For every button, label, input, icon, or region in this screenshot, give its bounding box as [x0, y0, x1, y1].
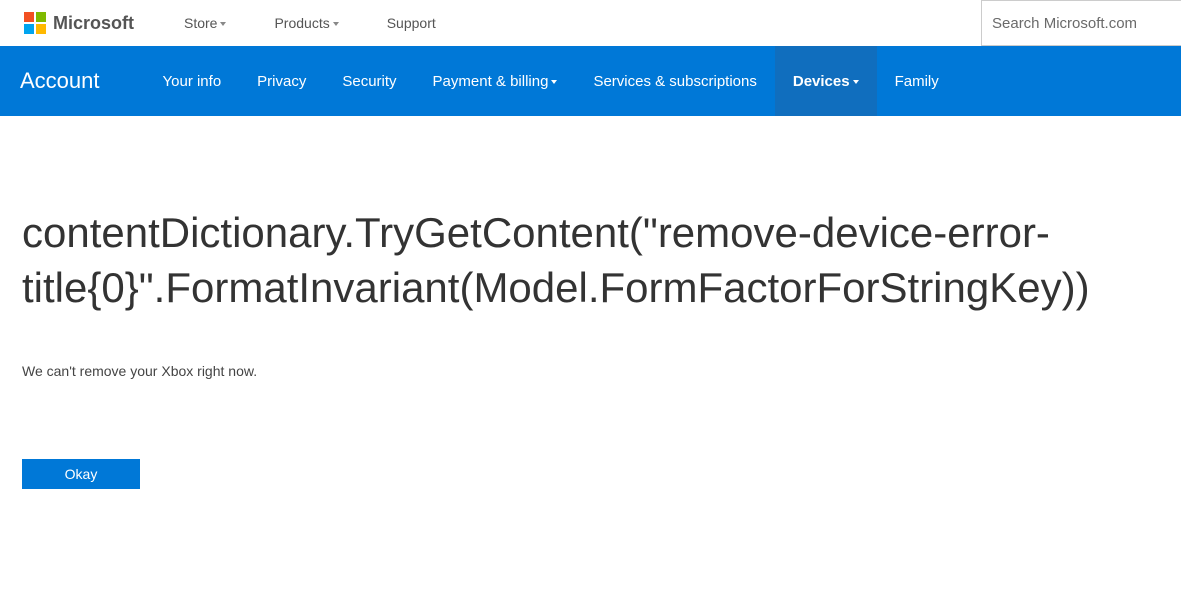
nav-support-label: Support: [387, 15, 436, 31]
microsoft-logo[interactable]: Microsoft: [24, 12, 134, 34]
nav-products[interactable]: Products: [274, 15, 338, 31]
nav-support[interactable]: Support: [387, 15, 436, 31]
nav-store[interactable]: Store: [184, 15, 226, 31]
nav-item-label: Payment & billing: [433, 73, 549, 90]
global-nav: Store Products Support: [184, 15, 436, 31]
nav-devices[interactable]: Devices: [775, 46, 877, 116]
error-title: contentDictionary.TryGetContent("remove-…: [22, 206, 1152, 315]
main-content: contentDictionary.TryGetContent("remove-…: [0, 116, 1181, 529]
nav-item-label: Family: [895, 73, 939, 90]
nav-your-info[interactable]: Your info: [145, 46, 240, 116]
nav-store-label: Store: [184, 15, 217, 31]
nav-products-label: Products: [274, 15, 329, 31]
error-message: We can't remove your Xbox right now.: [22, 363, 1159, 379]
nav-family[interactable]: Family: [877, 46, 957, 116]
nav-item-label: Devices: [793, 73, 850, 90]
nav-security[interactable]: Security: [324, 46, 414, 116]
search-input[interactable]: [992, 15, 1171, 32]
okay-button[interactable]: Okay: [22, 459, 140, 489]
nav-item-label: Security: [342, 73, 396, 90]
nav-item-label: Services & subscriptions: [593, 73, 756, 90]
chevron-down-icon: [853, 80, 859, 84]
nav-services-subscriptions[interactable]: Services & subscriptions: [575, 46, 774, 116]
microsoft-logo-text: Microsoft: [53, 13, 134, 34]
account-nav: Account Your info Privacy Security Payme…: [0, 46, 1181, 116]
nav-payment-billing[interactable]: Payment & billing: [415, 46, 576, 116]
global-header: Microsoft Store Products Support: [0, 0, 1181, 46]
nav-privacy[interactable]: Privacy: [239, 46, 324, 116]
account-nav-title: Account: [20, 68, 100, 94]
microsoft-logo-icon: [24, 12, 46, 34]
chevron-down-icon: [220, 22, 226, 26]
chevron-down-icon: [551, 80, 557, 84]
nav-item-label: Your info: [163, 73, 222, 90]
search-box[interactable]: [981, 0, 1181, 46]
nav-item-label: Privacy: [257, 73, 306, 90]
chevron-down-icon: [333, 22, 339, 26]
